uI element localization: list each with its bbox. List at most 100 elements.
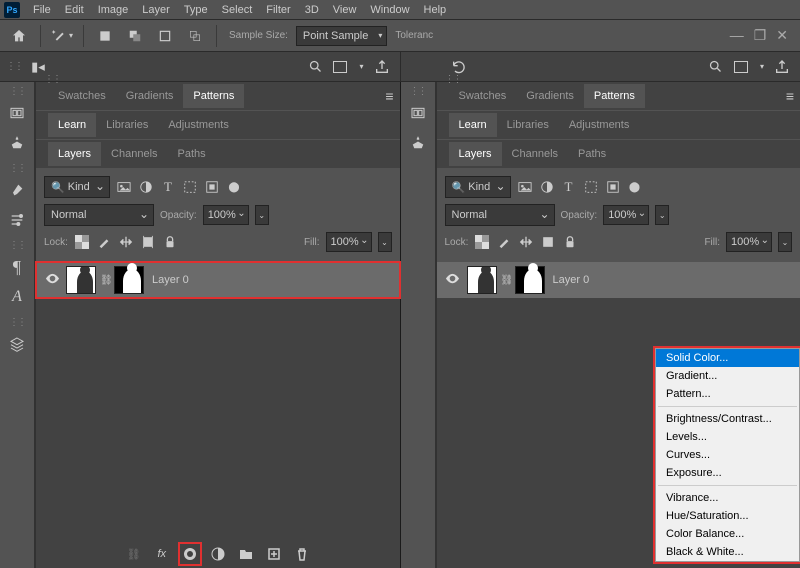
opacity-dropdown[interactable]: ⌄ [255,205,269,225]
menu-vibrance[interactable]: Vibrance... [656,489,799,507]
tab-layers[interactable]: Layers [449,142,502,166]
lock-artboard-icon[interactable] [540,234,556,250]
menu-view[interactable]: View [326,4,364,16]
menu-brightness[interactable]: Brightness/Contrast... [656,410,799,428]
tool-frame-icon[interactable] [3,99,31,127]
menu-edit[interactable]: Edit [58,4,91,16]
filter-adjust-icon[interactable] [138,179,154,195]
layer-row[interactable]: ⛓ Layer 0 [36,262,400,298]
tool-glyph-icon[interactable]: A [3,283,31,311]
lock-position-icon[interactable] [518,234,534,250]
lock-paint-icon[interactable] [496,234,512,250]
menu-window[interactable]: Window [363,4,416,16]
tab-swatches[interactable]: Swatches [449,84,517,108]
menu-hue[interactable]: Hue/Saturation... [656,507,799,525]
tab-adjustments[interactable]: Adjustments [559,113,640,137]
tab-gradients[interactable]: Gradients [116,84,184,108]
tab-channels[interactable]: Channels [502,142,568,166]
filter-type-icon[interactable]: T [160,179,176,195]
menu-solid-color[interactable]: Solid Color... [656,349,799,367]
menu-select[interactable]: Select [215,4,260,16]
menu-image[interactable]: Image [91,4,136,16]
tool-paragraph-icon[interactable]: ¶ [3,253,31,281]
kind-filter-select[interactable]: 🔍 Kind [445,176,511,198]
tab-libraries[interactable]: Libraries [96,113,158,137]
layer-name[interactable]: Layer 0 [553,274,590,286]
fill-value[interactable]: 100% [326,232,372,252]
overlap-icon[interactable] [122,23,148,49]
kind-filter-select[interactable]: 🔍 Kind [44,176,110,198]
tab-libraries[interactable]: Libraries [497,113,559,137]
tool-ship-icon[interactable] [404,129,432,157]
layer-thumb[interactable] [66,266,96,294]
menu-help[interactable]: Help [417,4,454,16]
menu-curves[interactable]: Curves... [656,446,799,464]
tab-paths[interactable]: Paths [568,142,616,166]
tool-ship-icon[interactable] [3,129,31,157]
tool-brush-icon[interactable] [3,176,31,204]
intersect-icon[interactable] [182,23,208,49]
filter-shape-icon[interactable] [583,179,599,195]
link-layers-icon[interactable]: ⛓ [126,546,142,562]
square-icon[interactable] [92,23,118,49]
tab-gradients[interactable]: Gradients [516,84,584,108]
group-icon[interactable] [238,546,254,562]
link-icon[interactable]: ⛓ [100,275,110,286]
menu-filter[interactable]: Filter [259,4,297,16]
camera-icon[interactable]: ▮◂ [30,59,46,75]
opacity-dropdown[interactable]: ⌄ [655,205,669,225]
tool-sliders-icon[interactable] [3,206,31,234]
menu-3d[interactable]: 3D [298,4,326,16]
blend-mode-select[interactable]: Normal [44,204,154,226]
tab-paths[interactable]: Paths [168,142,216,166]
lock-artboard-icon[interactable] [140,234,156,250]
tab-layers[interactable]: Layers [48,142,101,166]
tab-patterns[interactable]: Patterns [584,84,645,108]
filter-smart-icon[interactable] [204,179,220,195]
visibility-icon[interactable] [445,271,460,289]
lock-transparency-icon[interactable] [474,234,490,250]
minimize-button[interactable]: — [730,27,744,44]
wand-tool-icon[interactable]: ▾ [49,23,75,49]
opacity-value[interactable]: 100% [203,205,249,225]
fill-dropdown[interactable]: ⌄ [378,232,392,252]
search-icon-2[interactable] [708,59,724,75]
menu-gradient[interactable]: Gradient... [656,367,799,385]
panel-menu-icon[interactable]: ≡ [385,88,393,104]
filter-toggle-icon[interactable]: ⬤ [627,179,643,195]
lock-position-icon[interactable] [118,234,134,250]
fill-value[interactable]: 100% [726,232,772,252]
fx-icon[interactable]: fx [154,546,170,562]
filter-shape-icon[interactable] [182,179,198,195]
sample-size-select[interactable]: Point Sample [296,26,387,46]
tool-layers-icon[interactable] [3,330,31,358]
lock-paint-icon[interactable] [96,234,112,250]
grid-icon[interactable] [333,61,347,73]
subtract-icon[interactable] [152,23,178,49]
layer-row[interactable]: ⛓ Layer 0 [437,262,800,298]
filter-adjust-icon[interactable] [539,179,555,195]
visibility-icon[interactable] [45,271,60,289]
tab-patterns[interactable]: Patterns [183,84,244,108]
menu-type[interactable]: Type [177,4,215,16]
tab-learn[interactable]: Learn [48,113,96,137]
search-icon[interactable] [307,59,323,75]
panel-menu-icon[interactable]: ≡ [786,88,794,104]
undo-icon[interactable] [451,59,467,75]
tool-frame-icon[interactable] [404,99,432,127]
filter-pixel-icon[interactable] [116,179,132,195]
tab-learn[interactable]: Learn [449,113,497,137]
share-icon-2[interactable] [774,59,790,75]
menu-layer[interactable]: Layer [135,4,177,16]
home-button[interactable] [6,23,32,49]
layer-name[interactable]: Layer 0 [152,274,189,286]
blend-mode-select[interactable]: Normal [445,204,555,226]
link-icon[interactable]: ⛓ [501,275,511,286]
new-fill-adjustment-icon[interactable] [182,546,198,562]
menu-exposure[interactable]: Exposure... [656,464,799,482]
tab-channels[interactable]: Channels [101,142,167,166]
new-layer-icon[interactable] [266,546,282,562]
menu-colorbalance[interactable]: Color Balance... [656,525,799,543]
lock-all-icon[interactable] [162,234,178,250]
share-icon[interactable] [374,59,390,75]
